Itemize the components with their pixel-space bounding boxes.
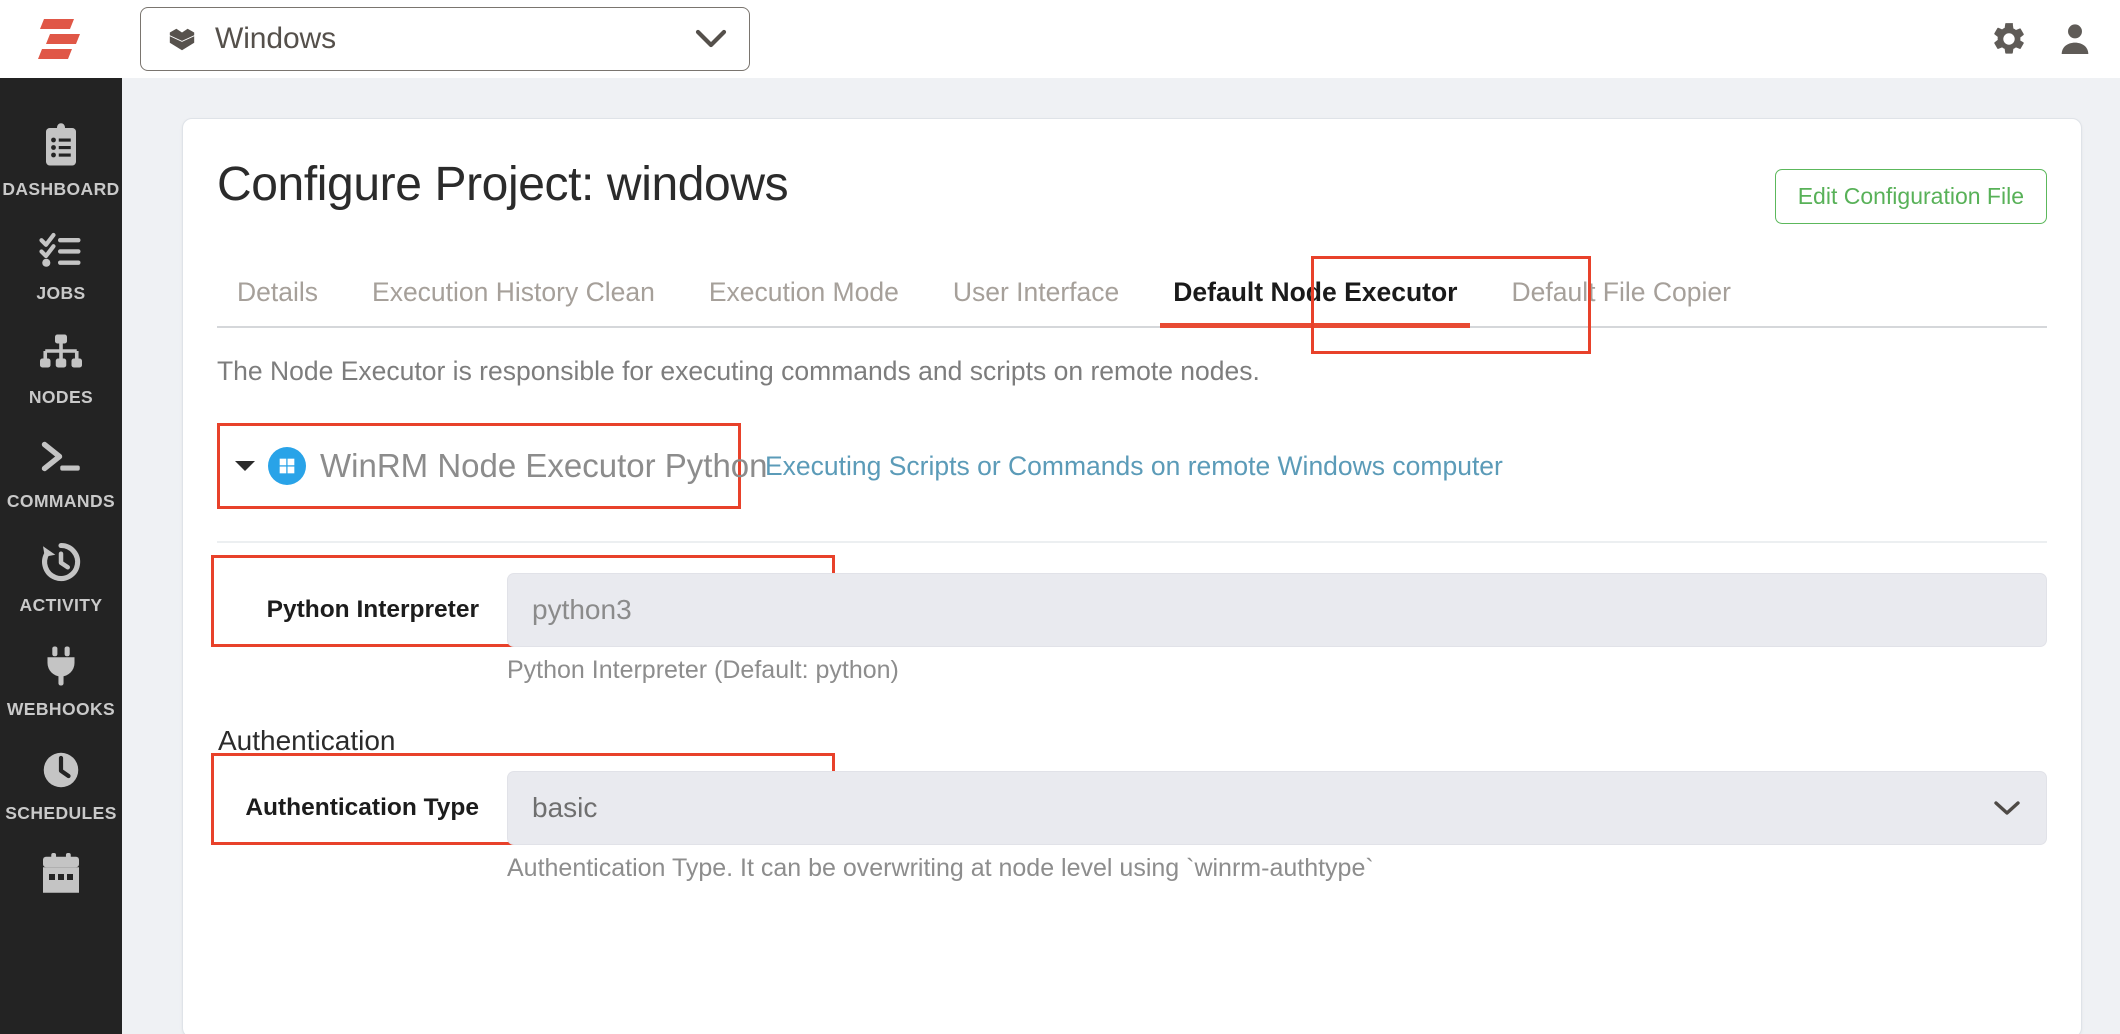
sidebar-item-dashboard[interactable]: DASHBOARD [0, 78, 122, 200]
sidebar-item-label: WEBHOOKS [6, 699, 116, 719]
tab-details[interactable]: Details [217, 277, 345, 326]
authentication-type-help: Authentication Type. It can be overwriti… [507, 854, 1374, 882]
sidebar-item-calendar[interactable] [0, 824, 122, 907]
windows-glyph [279, 458, 295, 474]
rundeck-logo-wrap[interactable] [0, 0, 122, 78]
windows-logo-icon [268, 447, 306, 485]
authentication-section-title: Authentication [218, 725, 396, 756]
history-clock-icon [42, 542, 81, 581]
chevron-down-icon [695, 29, 727, 48]
checklist-icon [39, 232, 81, 267]
plugin-name: WinRM Node Executor Python [320, 447, 768, 484]
sidebar-item-label: JOBS [36, 283, 86, 303]
clipboard-list-icon [46, 123, 76, 166]
sidebar-item-nodes[interactable]: NODES [0, 304, 122, 408]
python-interpreter-input[interactable] [507, 573, 2047, 647]
sidebar-item-label: NODES [28, 387, 94, 407]
python-interpreter-help: Python Interpreter (Default: python) [507, 656, 899, 684]
sidebar-item-label: COMMANDS [6, 491, 116, 511]
edit-configuration-file-button[interactable]: Edit Configuration File [1774, 169, 2047, 224]
project-selector-label: Windows [215, 22, 336, 55]
sidebar-item-label: ACTIVITY [19, 595, 103, 615]
project-selector[interactable]: Windows [140, 7, 750, 71]
python-interpreter-label: Python Interpreter [266, 596, 479, 623]
authentication-type-control: basic [507, 771, 2047, 845]
tab-execution-mode[interactable]: Execution Mode [682, 277, 926, 326]
gear-icon[interactable] [1990, 20, 2028, 58]
section-divider [217, 541, 2047, 543]
card-header: Configure Project: windows Edit Configur… [217, 119, 2047, 224]
project-box-icon [169, 28, 195, 51]
clock-icon [43, 752, 79, 788]
configure-project-card: Configure Project: windows Edit Configur… [182, 118, 2082, 1034]
top-bar: Windows [0, 0, 2120, 78]
page-body: Configure Project: windows Edit Configur… [122, 78, 2120, 1034]
sidebar-item-label: DASHBOARD [2, 179, 120, 199]
python-interpreter-control [507, 573, 2047, 647]
tab-execution-history-clean[interactable]: Execution History Clean [345, 277, 682, 326]
sidebar-item-commands[interactable]: COMMANDS [0, 408, 122, 512]
sidebar: DASHBOARD JOBS NODES COMMANDS ACTIVITY W… [0, 78, 122, 1034]
sidebar-item-jobs[interactable]: JOBS [0, 200, 122, 304]
tab-default-node-executor[interactable]: Default Node Executor [1146, 277, 1484, 328]
authentication-type-label: Authentication Type [245, 794, 479, 821]
sidebar-item-label: SCHEDULES [5, 803, 117, 823]
caret-down-icon [235, 461, 255, 471]
tab-default-file-copier[interactable]: Default File Copier [1484, 277, 1757, 326]
topbar-actions [1990, 0, 2094, 78]
plugin-selector[interactable]: WinRM Node Executor Python [217, 423, 768, 509]
rundeck-logo [38, 19, 80, 59]
sidebar-item-schedules[interactable]: SCHEDULES [0, 720, 122, 824]
plug-icon [47, 646, 75, 686]
authentication-type-value: basic [532, 792, 598, 823]
sidebar-item-activity[interactable]: ACTIVITY [0, 512, 122, 616]
calendar-icon [43, 853, 79, 893]
authentication-type-row: Authentication Type basic [211, 753, 2047, 845]
python-interpreter-row: Python Interpreter [211, 555, 2047, 647]
user-icon[interactable] [2056, 20, 2094, 58]
tab-user-interface[interactable]: User Interface [926, 277, 1146, 326]
plugin-row: WinRM Node Executor Python Executing Scr… [217, 423, 2047, 509]
sitemap-icon [40, 334, 82, 368]
page-title: Configure Project: windows [217, 158, 789, 211]
chevron-down-icon [1994, 801, 2020, 815]
terminal-prompt-icon [41, 441, 80, 472]
sidebar-item-webhooks[interactable]: WEBHOOKS [0, 616, 122, 720]
plugin-doc-link[interactable]: Executing Scripts or Commands on remote … [765, 451, 1503, 482]
authentication-type-select[interactable]: basic [507, 771, 2047, 845]
executor-description: The Node Executor is responsible for exe… [217, 356, 1260, 386]
tab-bar: Details Execution History Clean Executio… [217, 256, 2047, 354]
